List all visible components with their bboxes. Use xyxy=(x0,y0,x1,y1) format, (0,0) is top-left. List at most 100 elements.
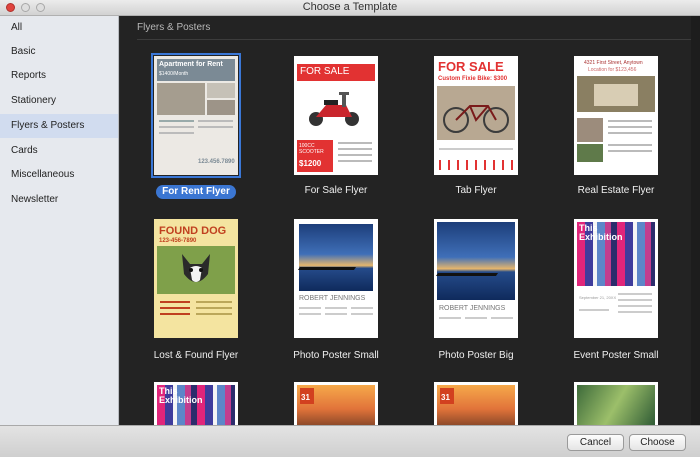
thumb-subtitle: Location for $123,456 xyxy=(588,67,637,73)
thumb-text-line xyxy=(299,307,321,309)
section-title: Flyers & Posters xyxy=(137,22,211,33)
template-label: Photo Poster Big xyxy=(438,350,514,361)
thumb-text-line xyxy=(325,313,347,315)
section-divider xyxy=(137,39,691,40)
thumb-text-line xyxy=(196,301,232,303)
thumb-text-line xyxy=(608,144,652,146)
thumb-date: September 21, 20XX xyxy=(579,295,617,300)
thumb-text-line xyxy=(159,132,194,134)
sidebar-item-miscellaneous[interactable]: Miscellaneous xyxy=(0,163,118,187)
template-thumbnail[interactable] xyxy=(574,382,658,425)
template-label: Photo Poster Small xyxy=(293,350,379,361)
thumb-subtitle: Custom Fixie Bike: $300 xyxy=(438,76,508,82)
thumb-photo xyxy=(207,100,235,115)
thumb-box-text: 100CC SCOOTER xyxy=(299,143,324,155)
thumb-text-line xyxy=(196,313,232,315)
thumb-text-line xyxy=(198,126,233,128)
template-thumbnail[interactable]: ROBERT JENNINGS xyxy=(434,219,518,338)
sidebar-item-cards[interactable]: Cards xyxy=(0,139,118,163)
bottom-bar: Cancel Choose xyxy=(0,425,700,457)
sidebar-item-basic[interactable]: Basic xyxy=(0,40,118,64)
template-thumbnail[interactable]: 31 xyxy=(434,382,518,425)
thumb-tear-tabs xyxy=(439,160,513,170)
thumb-text-line xyxy=(608,126,652,128)
sidebar-item-flyers-posters[interactable]: Flyers & Posters xyxy=(0,114,118,138)
thumb-subtitle: $1400/Month xyxy=(159,71,189,77)
thumb-title: This Exhibition xyxy=(579,223,623,242)
thumb-text-line xyxy=(196,307,232,309)
thumb-text-line xyxy=(439,148,513,150)
thumb-text-line xyxy=(465,317,487,319)
thumb-photo xyxy=(577,385,655,425)
window-title: Choose a Template xyxy=(302,1,398,13)
thumb-text-line xyxy=(351,307,373,309)
thumb-photo xyxy=(207,83,235,98)
thumb-text-line xyxy=(338,148,372,150)
template-thumbnail[interactable]: FOR SALE Custom Fixie Bike: $300 xyxy=(434,56,518,175)
thumb-text-line xyxy=(439,317,461,319)
thumb-pier xyxy=(297,267,357,270)
thumb-text-line xyxy=(618,293,652,295)
choose-button[interactable]: Choose xyxy=(629,434,686,451)
category-sidebar: All Basic Reports Stationery Flyers & Po… xyxy=(0,16,119,425)
thumb-text-line xyxy=(351,313,373,315)
template-thumbnail[interactable]: FOR SALE 100CC SCOOTER $1200 xyxy=(294,56,378,175)
thumb-title: FOR SALE xyxy=(300,66,350,77)
thumb-text-line xyxy=(608,150,652,152)
thumb-title: FOR SALE xyxy=(438,59,504,74)
thumb-text-line xyxy=(160,313,190,315)
sidebar-item-stationery[interactable]: Stationery xyxy=(0,89,118,113)
thumb-text-line xyxy=(159,126,194,128)
thumb-phone: 123-456-7890 xyxy=(159,238,197,244)
template-label: Lost & Found Flyer xyxy=(153,350,239,361)
thumb-text-line xyxy=(579,309,609,311)
template-chooser-window: Choose a Template All Basic Reports Stat… xyxy=(0,0,700,457)
template-label: Tab Flyer xyxy=(455,185,497,196)
thumb-text-line xyxy=(159,120,194,122)
template-thumbnail[interactable]: ROBERT JENNINGS xyxy=(294,219,378,338)
template-label: For Rent Flyer xyxy=(156,185,236,199)
thumb-text-line xyxy=(338,142,372,144)
thumb-title: This Exhibition xyxy=(159,386,203,405)
thumb-calendar-day: 31 xyxy=(441,393,450,402)
thumb-text-line xyxy=(299,313,321,315)
template-label: For Sale Flyer xyxy=(304,185,368,196)
template-thumbnail[interactable]: 4321 First Street, Anytown Location for … xyxy=(574,56,658,175)
template-thumbnail[interactable]: Apartment for Rent $1400/Month 123.456.7… xyxy=(151,53,241,178)
thumb-photo xyxy=(437,222,515,300)
thumb-text-line xyxy=(338,154,372,156)
thumb-text-line xyxy=(160,301,190,303)
thumb-title: FOUND DOG xyxy=(159,225,227,237)
thumb-text-line xyxy=(491,317,513,319)
thumb-phone: 123.456.7890 xyxy=(198,159,235,165)
thumb-title: Apartment for Rent xyxy=(159,61,223,68)
template-thumbnail[interactable]: FOUND DOG 123-456-7890 xyxy=(154,219,238,338)
thumb-text-line xyxy=(325,307,347,309)
title-bar: Choose a Template xyxy=(0,0,700,16)
thumb-pier xyxy=(435,273,499,276)
thumb-text-line xyxy=(338,160,372,162)
dog-icon xyxy=(178,250,214,290)
thumb-agent-photo xyxy=(577,118,603,142)
template-thumbnail[interactable]: 31 xyxy=(294,382,378,425)
thumb-text-line xyxy=(198,120,233,122)
cancel-button[interactable]: Cancel xyxy=(567,434,624,451)
thumb-green-box xyxy=(577,144,603,162)
template-gallery: Flyers & Posters Apartment for Rent $140… xyxy=(120,16,700,425)
thumb-text-line xyxy=(608,132,652,134)
thumb-text-line xyxy=(618,299,652,301)
thumb-photo xyxy=(299,224,373,291)
bicycle-icon xyxy=(442,100,510,134)
sidebar-item-all[interactable]: All xyxy=(0,16,118,40)
thumb-calendar-day: 31 xyxy=(301,393,310,402)
thumb-name: ROBERT JENNINGS xyxy=(439,305,506,312)
sidebar-item-reports[interactable]: Reports xyxy=(0,64,118,88)
template-label: Real Estate Flyer xyxy=(577,185,655,196)
thumb-text-line xyxy=(618,305,652,307)
template-thumbnail[interactable]: This Exhibition September 21, 20XX xyxy=(574,219,658,338)
gallery-scrollbar[interactable] xyxy=(691,16,700,425)
thumb-name: ROBERT JENNINGS xyxy=(299,295,366,302)
sidebar-item-newsletter[interactable]: Newsletter xyxy=(0,188,118,212)
template-label: Event Poster Small xyxy=(573,350,659,361)
template-thumbnail[interactable]: This Exhibition xyxy=(154,382,238,425)
